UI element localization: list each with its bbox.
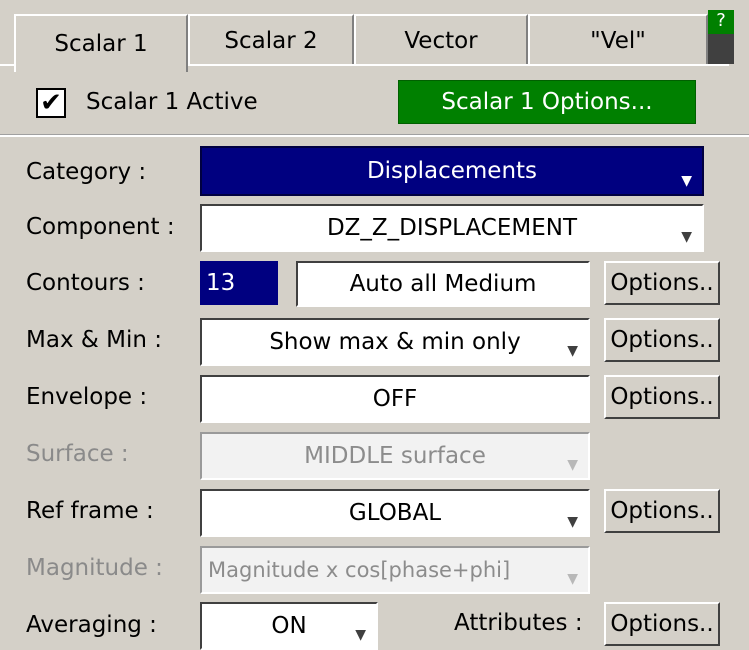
section-divider	[0, 134, 749, 137]
checkmark-icon: ✔	[40, 88, 62, 118]
triangle-down-icon: ▼	[567, 571, 578, 587]
maxmin-label: Max & Min :	[26, 327, 162, 353]
scalar-active-label: Scalar 1 Active	[86, 89, 258, 115]
attributes-options-button[interactable]: Options..	[604, 602, 720, 646]
magnitude-dropdown: Magnitude x cos[phase+phi] ▼	[200, 546, 590, 594]
category-dropdown[interactable]: Displacements ▼	[200, 146, 704, 196]
envelope-label: Envelope :	[26, 384, 148, 410]
help-button[interactable]: ?	[708, 10, 734, 34]
tab-scalar-2[interactable]: Scalar 2	[188, 14, 354, 66]
surface-dropdown: MIDDLE surface ▼	[200, 432, 590, 480]
scalar-active-checkbox[interactable]: ✔	[36, 88, 66, 118]
contours-options-button[interactable]: Options..	[604, 261, 720, 305]
triangle-down-icon: ▼	[567, 514, 578, 530]
tab-vector[interactable]: Vector	[354, 14, 528, 66]
envelope-options-button[interactable]: Options..	[604, 375, 720, 419]
component-value: DZ_Z_DISPLACEMENT	[326, 215, 578, 241]
component-label: Component :	[26, 214, 175, 240]
contours-count-input[interactable]: 13	[200, 261, 278, 305]
magnitude-value: Magnitude x cos[phase+phi]	[208, 558, 511, 582]
category-value: Displacements	[366, 158, 538, 184]
triangle-down-icon: ▼	[355, 627, 366, 643]
maxmin-options-button[interactable]: Options..	[604, 318, 720, 362]
averaging-dropdown[interactable]: ON ▼	[200, 602, 378, 650]
refframe-value: GLOBAL	[348, 500, 442, 526]
options-label: Options..	[610, 611, 714, 637]
magnitude-label: Magnitude :	[26, 555, 163, 581]
help-icon: ?	[716, 10, 726, 31]
contours-mode-button[interactable]: Auto all Medium	[296, 261, 590, 307]
triangle-down-icon: ▼	[681, 173, 692, 189]
contours-label: Contours :	[26, 270, 145, 296]
envelope-value: OFF	[372, 386, 418, 412]
tab-label: Vector	[404, 28, 478, 54]
maxmin-dropdown[interactable]: Show max & min only ▼	[200, 318, 590, 366]
refframe-options-button[interactable]: Options..	[604, 489, 720, 533]
surface-label: Surface :	[26, 441, 129, 467]
tab-label: "Vel"	[590, 28, 646, 54]
surface-value: MIDDLE surface	[304, 443, 486, 469]
maxmin-value: Show max & min only	[269, 329, 521, 355]
options-label: Options..	[610, 270, 714, 296]
options-label: Options..	[610, 498, 714, 524]
triangle-down-icon: ▼	[567, 457, 578, 473]
refframe-label: Ref frame :	[26, 498, 154, 524]
tab-label: Scalar 2	[224, 28, 318, 54]
averaging-value: ON	[271, 613, 307, 639]
scalar-options-label: Scalar 1 Options...	[441, 89, 653, 115]
triangle-down-icon: ▼	[681, 229, 692, 245]
tab-label: Scalar 1	[54, 31, 148, 57]
refframe-dropdown[interactable]: GLOBAL ▼	[200, 489, 590, 537]
contours-mode-value: Auto all Medium	[349, 271, 537, 297]
envelope-button[interactable]: OFF	[200, 375, 590, 423]
attributes-label: Attributes :	[454, 610, 583, 636]
tab-scalar-1[interactable]: Scalar 1	[14, 14, 188, 72]
scalar-panel: Scalar 1 Scalar 2 Vector "Vel" ? ✔ Scala…	[0, 0, 749, 650]
help-shadow	[708, 34, 734, 64]
triangle-down-icon: ▼	[567, 343, 578, 359]
averaging-label: Averaging :	[26, 612, 157, 638]
scalar-options-button[interactable]: Scalar 1 Options...	[398, 80, 696, 124]
component-dropdown[interactable]: DZ_Z_DISPLACEMENT ▼	[200, 204, 704, 252]
category-label: Category :	[26, 159, 147, 185]
options-label: Options..	[610, 327, 714, 353]
tab-vel[interactable]: "Vel"	[528, 14, 708, 66]
options-label: Options..	[610, 384, 714, 410]
